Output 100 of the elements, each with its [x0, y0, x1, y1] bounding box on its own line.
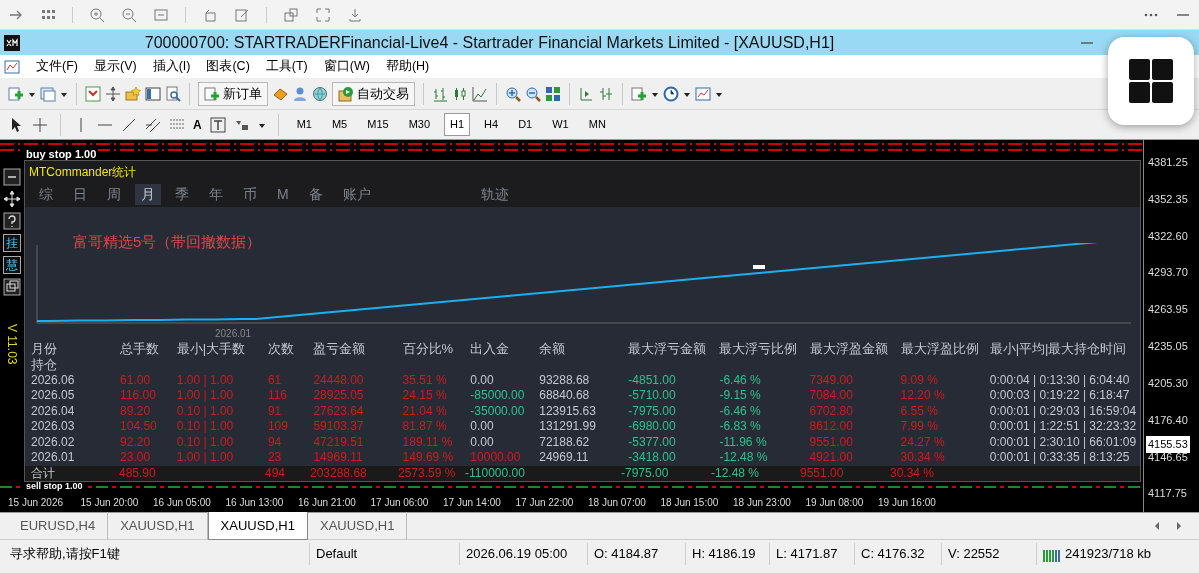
- table-cell: 7.99 %: [900, 419, 938, 433]
- timeframe-button[interactable]: M15: [361, 113, 395, 136]
- table-cell: 123915.63: [539, 403, 596, 418]
- zoom-in-icon[interactable]: [89, 6, 105, 23]
- zoom-out-icon[interactable]: [525, 85, 541, 102]
- panel-tab[interactable]: 综: [33, 184, 59, 206]
- copy-icon[interactable]: [283, 6, 299, 23]
- panel-tab[interactable]: 轨迹: [474, 184, 515, 206]
- chart-menu-icon[interactable]: [4, 58, 20, 75]
- table-cell: 24969.11: [539, 450, 589, 464]
- text-label-icon[interactable]: [209, 116, 226, 133]
- timeframe-button[interactable]: M5: [325, 113, 354, 136]
- column-header: 最大浮亏比例: [719, 340, 798, 356]
- time-axis-label: 15 Jun 20:00: [80, 495, 140, 510]
- menu-item[interactable]: 显示(V): [93, 57, 137, 76]
- globe-icon[interactable]: [312, 85, 328, 102]
- trend-line-icon[interactable]: [121, 116, 137, 133]
- minimize-box-icon[interactable]: [3, 168, 21, 186]
- chart-shift-icon[interactable]: [578, 85, 594, 102]
- timeframe-button[interactable]: H1: [444, 113, 471, 136]
- column-subheader: 持仓: [31, 356, 57, 372]
- status-close: C: 4176.32: [855, 542, 942, 565]
- table-cell: -5710.00: [628, 388, 676, 402]
- panel-tab[interactable]: 周: [101, 184, 127, 206]
- price-axis-label: 4322.60: [1148, 228, 1189, 244]
- panel-tab[interactable]: 备: [302, 184, 329, 206]
- menu-item[interactable]: 文件(F): [36, 57, 78, 76]
- timeframe-button[interactable]: M1: [290, 113, 318, 136]
- person-icon[interactable]: [292, 85, 308, 102]
- menu-item[interactable]: 插入(I): [152, 57, 191, 76]
- table-cell: 91: [267, 403, 282, 418]
- table-cell: 0.10 | 1.00: [176, 403, 234, 418]
- column-header: 最小|大手数: [176, 340, 246, 356]
- overlay-button[interactable]: [1108, 37, 1194, 125]
- table-cell: -6980.00: [628, 419, 676, 433]
- time-axis-label: 16 Jun 21:00: [298, 495, 357, 510]
- new-order-button[interactable]: 新订单: [198, 81, 268, 106]
- move-icon[interactable]: [105, 85, 121, 102]
- panel-tab[interactable]: 季: [169, 184, 195, 206]
- help-icon[interactable]: [3, 212, 21, 230]
- timeframe-button[interactable]: D1: [512, 113, 539, 136]
- panel-icon[interactable]: [145, 85, 161, 102]
- panel-tab[interactable]: 月: [135, 184, 161, 206]
- column-header: 最大浮盈比例: [900, 340, 979, 356]
- template-icon[interactable]: [695, 85, 711, 102]
- crosshair-icon[interactable]: [32, 116, 48, 133]
- market-watch-icon[interactable]: [85, 85, 101, 102]
- search-document-icon[interactable]: [165, 85, 181, 102]
- table-cell: 0:00:01 | 0:29:03 | 16:59:04: [989, 403, 1137, 418]
- status-help-text: 寻求帮助,请按F1键: [4, 542, 310, 565]
- zoom-in-icon[interactable]: [505, 85, 521, 102]
- zoom-out-icon[interactable]: [121, 6, 137, 23]
- window-icon[interactable]: [3, 278, 21, 296]
- table-cell: 23.00: [120, 450, 151, 464]
- channel-icon[interactable]: [145, 116, 161, 133]
- menu-item[interactable]: 帮助(H): [385, 57, 430, 76]
- side-button[interactable]: 挂: [3, 234, 21, 252]
- table-cell: 72188.62: [539, 434, 590, 449]
- column-header: 余额: [539, 340, 566, 356]
- auto-scroll-icon[interactable]: [598, 85, 614, 102]
- panel-tab[interactable]: 年: [203, 184, 229, 206]
- tile-windows-icon[interactable]: [545, 85, 561, 102]
- panel-tab[interactable]: 币: [237, 184, 263, 206]
- line-chart-icon[interactable]: [472, 85, 488, 102]
- panel-tab[interactable]: M: [271, 184, 295, 206]
- table-cell: 116: [267, 388, 288, 402]
- time-axis-label: 19 Jun 08:00: [805, 495, 865, 510]
- table-cell: 21.04 %: [402, 403, 447, 418]
- candlestick-icon[interactable]: [452, 85, 468, 102]
- table-cell: -12.48 %: [711, 465, 760, 480]
- bar-chart-icon[interactable]: [432, 85, 448, 102]
- panel-tab[interactable]: 日: [67, 184, 93, 206]
- scroll-right-icon[interactable]: [1175, 521, 1183, 531]
- download-icon[interactable]: [347, 6, 363, 23]
- menu-item[interactable]: 工具(T): [265, 57, 308, 76]
- text-tool[interactable]: A: [193, 115, 202, 134]
- table-cell: 93288.68: [539, 372, 590, 387]
- panel-tab[interactable]: 账户: [336, 184, 377, 206]
- edit-icon[interactable]: [234, 6, 250, 23]
- time-axis-label: 15 Jun 2026: [8, 495, 65, 510]
- menu-item[interactable]: 图表(C): [206, 57, 250, 76]
- table-cell: 2026.01: [31, 450, 75, 464]
- status-low: L: 4171.87: [770, 542, 855, 565]
- timeframe-button[interactable]: M30: [402, 113, 437, 136]
- clock-icon[interactable]: [663, 85, 679, 102]
- menu-item[interactable]: 窗口(W): [323, 57, 370, 76]
- timeframe-button[interactable]: H4: [478, 113, 505, 136]
- price-axis-label: 4205.30: [1148, 375, 1189, 391]
- order-label: sell stop 1.00: [24, 482, 85, 491]
- table-cell: 8612.00: [809, 419, 853, 433]
- table-cell: 2573.59 %: [398, 465, 456, 480]
- timeframe-button[interactable]: MN: [582, 113, 612, 136]
- timeframe-button[interactable]: W1: [546, 113, 575, 136]
- auto-trading-button[interactable]: 自动交易: [332, 81, 415, 106]
- chart-tab[interactable]: XAUUSD,H1: [207, 511, 308, 541]
- side-button[interactable]: 慧: [3, 256, 21, 274]
- status-open: O: 4184.87: [588, 542, 686, 565]
- time-axis-label: 17 Jun 14:00: [443, 495, 502, 510]
- window-title: 700000700: STARTRADERFinancial-Live4 - Startrader Financial Markets Limited - [XAUUSD,H1]: [143, 32, 836, 53]
- scroll-left-icon[interactable]: [1153, 521, 1161, 531]
